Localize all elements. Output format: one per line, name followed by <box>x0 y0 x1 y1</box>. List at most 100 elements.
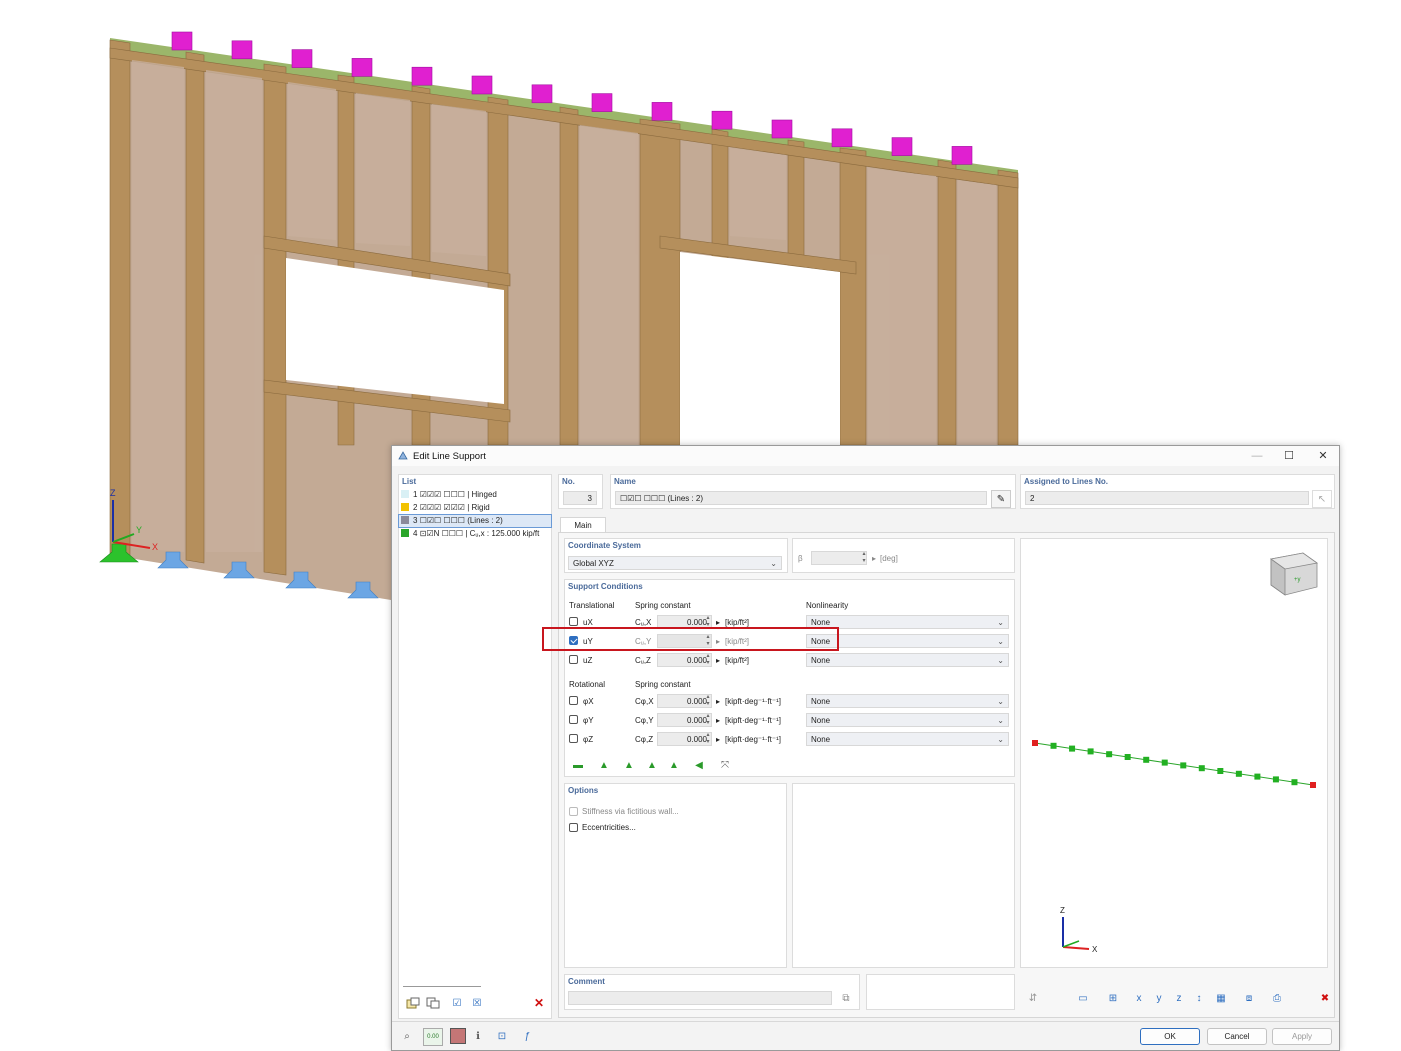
list-item[interactable]: 3 ☐☑☐ ☐☐☐ (Lines : 2) <box>398 514 552 528</box>
render-icon[interactable]: ▦ <box>1212 990 1230 1006</box>
trans_rows-checkbox[interactable] <box>569 655 578 664</box>
nonlinearity-select[interactable]: None ⌄ <box>806 713 1009 727</box>
display-icon[interactable]: ⊡ <box>493 1028 511 1044</box>
rot_rows-checkbox[interactable] <box>569 696 578 705</box>
view-x-icon[interactable]: x <box>1130 990 1148 1006</box>
free-support-icon[interactable]: ▬ <box>569 757 587 773</box>
list-item[interactable]: 2 ☑☑☑ ☑☑☑ | Rigid <box>399 502 551 514</box>
nonlinearity-select[interactable]: None ⌄ <box>806 694 1009 708</box>
close-button[interactable]: ✕ <box>1310 448 1336 464</box>
arrow-right-icon[interactable]: ▸ <box>716 656 720 665</box>
spinner-icon[interactable]: ▴ ▾ <box>703 713 713 727</box>
number-field[interactable]: 3 <box>563 491 597 505</box>
axis-y-label: Y <box>136 525 142 535</box>
edit-line-support-dialog: Edit Line Support — ☐ ✕ List 1 ☑☑☑ ☐☐☐ |… <box>391 445 1340 1051</box>
delete-icon[interactable]: ✕ <box>530 995 548 1011</box>
translational-label: Translational <box>569 601 615 610</box>
preview-panel: +y Z X <box>1020 538 1328 968</box>
support-marker <box>1180 762 1187 769</box>
name-field[interactable]: ☐☑☐ ☐☐☐ (Lines : 2) <box>615 491 987 505</box>
beta-spinner-icon: ▴ ▾ <box>862 551 866 564</box>
support-conditions-panel: Support Conditions Translational Spring … <box>564 579 1015 777</box>
uncheck-all-icon[interactable]: ☒ <box>468 995 486 1011</box>
spinner-icon[interactable]: ▴ ▾ <box>703 653 713 667</box>
arrow-right-icon[interactable]: ▸ <box>716 735 720 744</box>
minimize-button[interactable]: — <box>1244 448 1270 464</box>
edit-name-icon[interactable]: ✎ <box>991 490 1011 508</box>
spring-constant-label: Spring constant <box>635 601 691 610</box>
item-name: | Hinged <box>467 490 497 499</box>
eccentricities-checkbox[interactable] <box>569 823 578 832</box>
ok-button[interactable]: OK <box>1140 1028 1200 1045</box>
arrow-right-icon[interactable]: ▸ <box>716 716 720 725</box>
eccentricities-label: Eccentricities... <box>582 823 636 832</box>
assigned-lines-field[interactable]: 2 <box>1025 491 1309 505</box>
hinged-support-icon[interactable]: ▲ <box>595 757 613 773</box>
support-line <box>1034 742 1314 786</box>
support-marker <box>1143 756 1150 763</box>
close-preview-icon[interactable]: ✖ <box>1316 990 1334 1006</box>
support-marker <box>1310 782 1316 788</box>
sliding-y-support-icon[interactable]: ▲ <box>665 757 683 773</box>
options-detail-panel <box>792 783 1015 968</box>
info-icon[interactable]: ℹ <box>469 1028 487 1044</box>
apply-button[interactable]: Apply <box>1272 1028 1332 1045</box>
item-name: (Lines : 2) <box>467 516 503 525</box>
chevron-down-icon: ⌄ <box>997 735 1004 744</box>
color-swatch <box>401 529 409 537</box>
list-label: List <box>402 477 417 486</box>
list-item[interactable]: 1 ☑☑☑ ☐☐☐ | Hinged <box>399 489 551 501</box>
box-icon[interactable]: ⧈ <box>1240 990 1258 1006</box>
function-icon[interactable]: ƒ <box>518 1028 536 1044</box>
load-marker <box>471 75 493 95</box>
comment-field[interactable] <box>568 991 832 1005</box>
dialog-title: Edit Line Support <box>413 451 486 462</box>
arrow-right-icon[interactable]: ▸ <box>716 618 720 627</box>
sliding-x-support-icon[interactable]: ▲ <box>643 757 661 773</box>
stiffness-checkbox[interactable] <box>569 807 578 816</box>
nonlinearity-select[interactable]: None ⌄ <box>806 653 1009 667</box>
color-icon[interactable] <box>449 1028 467 1044</box>
list-scrollbar[interactable] <box>403 986 481 987</box>
spinner-icon[interactable]: ▴ ▾ <box>703 732 713 746</box>
beta-label: β <box>798 554 803 563</box>
comment-panel: Comment ⧉ <box>564 974 860 1010</box>
nonlinearity-value: None <box>811 656 831 665</box>
rot_rows-checkbox[interactable] <box>569 734 578 743</box>
search-icon[interactable]: ⌕ <box>398 1028 416 1044</box>
preview-canvas[interactable]: +y Z X <box>1021 539 1327 967</box>
fixed-all-icon[interactable]: ⤧ <box>716 757 734 773</box>
units-icon[interactable]: 0.00 <box>423 1028 443 1046</box>
wall-support-icon[interactable]: ◀ <box>690 757 708 773</box>
svg-text:+y: +y <box>1294 577 1301 583</box>
rigid-support-icon[interactable]: ▲ <box>620 757 638 773</box>
nonlinearity-select[interactable]: None ⌄ <box>806 732 1009 746</box>
print-icon[interactable]: ⎙ <box>1268 990 1286 1006</box>
spinner-icon[interactable]: ▴ ▾ <box>703 694 713 708</box>
rot_rows-checkbox[interactable] <box>569 715 578 724</box>
list-item[interactable]: 4 ⊡☑N ☐☐☐ | Cᵤ,x : 125.000 kip/ft <box>399 528 551 540</box>
select-lines-icon[interactable]: ↖ <box>1312 490 1332 508</box>
view-y-icon[interactable]: y <box>1150 990 1168 1006</box>
tab-main[interactable]: Main <box>560 517 606 533</box>
view-z-icon[interactable]: z <box>1170 990 1188 1006</box>
reset-view-icon[interactable]: ⇵ <box>1024 990 1042 1006</box>
trans_rows-checkbox[interactable] <box>569 617 578 626</box>
check-all-icon[interactable]: ☑ <box>448 995 466 1011</box>
copy-item-icon[interactable] <box>424 995 442 1011</box>
color-swatch <box>401 516 409 524</box>
comment-library-icon[interactable]: ⧉ <box>837 990 855 1006</box>
support-marker <box>1272 776 1279 783</box>
arrow-right-icon[interactable]: ▸ <box>716 697 720 706</box>
view-cube-icon[interactable]: +y <box>1270 552 1318 596</box>
display-settings-icon[interactable]: ▭ <box>1074 990 1092 1006</box>
new-item-icon[interactable] <box>404 995 422 1011</box>
item-no: 4 <box>413 529 418 538</box>
load-marker <box>171 31 193 51</box>
list-panel: List 1 ☑☑☑ ☐☐☐ | Hinged 2 ☑☑☑ ☑☑☑ | Rigid… <box>398 474 552 1019</box>
view-iso-icon[interactable]: ↕ <box>1190 990 1208 1006</box>
coordinate-system-select[interactable]: Global XYZ ⌄ <box>568 556 782 570</box>
maximize-button[interactable]: ☐ <box>1276 448 1302 464</box>
cancel-button[interactable]: Cancel <box>1207 1028 1267 1045</box>
nodes-icon[interactable]: ⊞ <box>1104 990 1122 1006</box>
